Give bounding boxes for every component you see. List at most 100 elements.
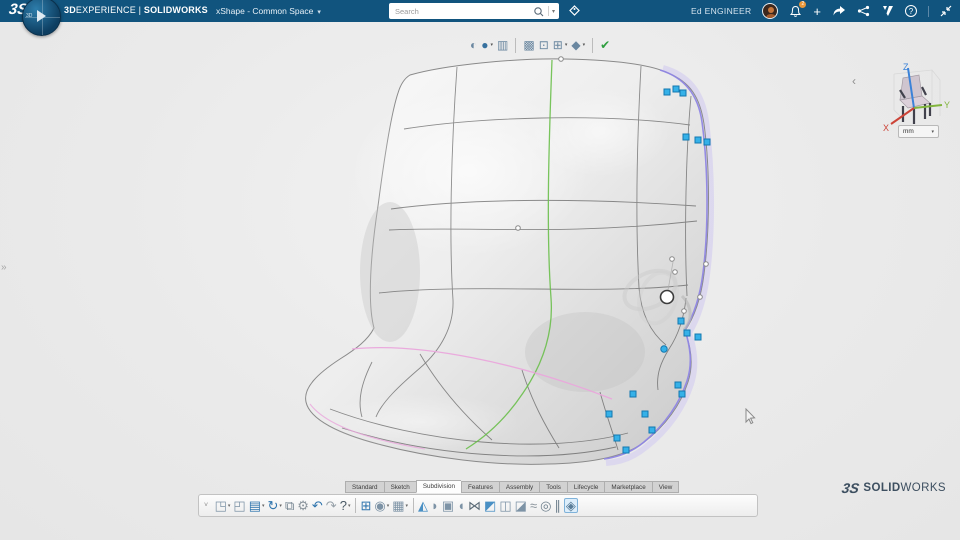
sync-icon[interactable]: ↻▾ xyxy=(268,499,282,512)
view-cube-icon[interactable]: ◆▾ xyxy=(571,39,585,51)
surface-press-icon[interactable]: ◖ xyxy=(457,499,465,512)
shade xyxy=(525,312,645,392)
import-export-icon[interactable]: ⧉ xyxy=(285,499,294,512)
notifications-bell-icon[interactable]: 2 xyxy=(789,5,802,18)
settings-gear-icon[interactable]: ⚙ xyxy=(297,499,309,512)
view-toolbar: ◐●▾▥▩⊡⊞▾◆▾✔ xyxy=(470,35,610,55)
tab-assembly[interactable]: Assembly xyxy=(499,481,539,493)
select-wire-icon[interactable]: ▩ xyxy=(523,39,534,51)
mesh-sphere-icon[interactable]: ◉▾ xyxy=(374,499,389,512)
surface-curve-icon[interactable]: ◗ xyxy=(431,499,439,512)
chevron-down-icon[interactable]: ▾ xyxy=(387,503,390,509)
select-cursor-icon[interactable]: ⊡ xyxy=(539,39,549,51)
top-right-cluster: Ed ENGINEER 2 + ? xyxy=(691,0,952,22)
bottom-toolbar: ˅ ◳▾◰▤▾↻▾⧉⚙↶↷?▾⊞◉▾▦▾◭◗▣◖⋈◩◫◪≈◎∥◈ xyxy=(198,494,758,517)
topbar-divider xyxy=(928,6,929,17)
tab-subdivision[interactable]: Subdivision xyxy=(416,480,461,493)
model-viewport[interactable]: ◐●▾▥▩⊡⊞▾◆▾✔ » ‹ Z Y X mm ▾ xyxy=(0,22,960,540)
chevron-down-icon[interactable]: ▾ xyxy=(228,503,231,509)
delete-face-icon[interactable]: ◪ xyxy=(515,499,527,512)
help-icon[interactable]: ? xyxy=(905,5,917,17)
surface-pin-icon[interactable]: ◭ xyxy=(418,499,428,512)
undo-icon: ↶ xyxy=(312,499,323,512)
brand-divider: | xyxy=(136,5,144,15)
units-value: mm xyxy=(903,128,914,135)
tab-standard[interactable]: Standard xyxy=(345,481,384,493)
tab-lifecycle[interactable]: Lifecycle xyxy=(567,481,605,493)
toolbar-separator xyxy=(592,38,593,53)
brand-title: 3DEXPERIENCE | SOLIDWORKS xyxy=(64,5,208,15)
shaded-sphere-icon[interactable]: ◐ xyxy=(470,39,477,51)
highlight xyxy=(320,394,520,450)
search-scope-chevron-icon[interactable]: ▾ xyxy=(551,8,559,15)
mesh-sphere-icon: ◉ xyxy=(374,499,385,512)
bend-icon[interactable]: ≈ xyxy=(530,499,537,512)
mouse-cursor xyxy=(744,408,758,426)
app-switcher[interactable]: xShape - Common Space▾ xyxy=(216,6,321,16)
toolbar-separator xyxy=(355,498,356,513)
trim-surface-icon[interactable]: ◩ xyxy=(484,499,496,512)
wire-sphere-icon[interactable]: ◎ xyxy=(540,499,551,512)
render-style-icon[interactable]: ●▾ xyxy=(481,39,493,51)
redo-icon: ↷ xyxy=(326,499,337,512)
share-network-icon[interactable] xyxy=(857,5,870,17)
tab-view[interactable]: View xyxy=(652,481,680,493)
collapse-window-icon[interactable] xyxy=(940,5,952,17)
select-plus-icon[interactable]: ⊞▾ xyxy=(553,39,568,51)
tab-tools[interactable]: Tools xyxy=(539,481,567,493)
search-input[interactable] xyxy=(389,7,532,16)
subdivision-body-icon[interactable]: ◈ xyxy=(564,498,578,513)
chevron-down-icon[interactable]: ▾ xyxy=(262,503,265,509)
select-plus-icon: ⊞ xyxy=(553,39,563,51)
help-icon[interactable]: ?▾ xyxy=(340,499,351,512)
exit-confirm-icon[interactable]: ✔ xyxy=(600,39,610,51)
grid-table-icon[interactable]: ⊞ xyxy=(360,499,371,512)
chevron-down-icon[interactable]: ▾ xyxy=(583,42,586,48)
move-manipulator-handle[interactable] xyxy=(661,291,674,304)
robot-frame-icon: ▥ xyxy=(497,39,508,51)
chevron-down-icon[interactable]: ▾ xyxy=(406,503,409,509)
save-icon[interactable]: ▤▾ xyxy=(249,499,265,512)
add-icon[interactable]: + xyxy=(813,5,821,18)
tag-icon[interactable] xyxy=(567,4,581,18)
offset-planes-icon: ∥ xyxy=(554,499,561,512)
bend-icon: ≈ xyxy=(530,499,537,512)
share-forward-icon[interactable] xyxy=(832,5,846,17)
avatar[interactable] xyxy=(762,3,778,19)
split-cube-icon[interactable]: ◫ xyxy=(499,499,511,512)
compass-3d-label: 3D xyxy=(26,13,32,19)
tab-features[interactable]: Features xyxy=(461,481,499,493)
wire-sphere-icon: ◎ xyxy=(540,499,551,512)
tab-marketplace[interactable]: Marketplace xyxy=(604,481,651,493)
loft-icon[interactable]: ⋈ xyxy=(468,499,481,512)
undo-icon[interactable]: ↶ xyxy=(312,499,323,512)
exit-confirm-icon: ✔ xyxy=(600,39,610,51)
split-cube-icon: ◫ xyxy=(499,499,511,512)
robot-frame-icon[interactable]: ▥ xyxy=(497,39,508,51)
3ds-apps-icon[interactable] xyxy=(881,5,894,17)
open-icon[interactable]: ◰ xyxy=(233,499,245,512)
surface-frame-icon[interactable]: ▣ xyxy=(442,499,454,512)
plane-grid-icon: ▦ xyxy=(392,499,404,512)
toolbar-separator xyxy=(515,38,516,53)
chevron-down-icon[interactable]: ▾ xyxy=(491,42,494,48)
chevron-down-icon[interactable]: ▾ xyxy=(279,503,282,509)
chevron-down-icon[interactable]: ▾ xyxy=(565,42,568,48)
toolbar-separator xyxy=(413,498,414,513)
right-panel-collapse-icon[interactable]: ‹ xyxy=(852,74,856,88)
tab-sketch[interactable]: Sketch xyxy=(384,481,416,493)
seat-model-graphics[interactable] xyxy=(0,22,960,540)
units-dropdown[interactable]: mm ▾ xyxy=(898,125,939,138)
new-doc-icon[interactable]: ◳▾ xyxy=(215,499,231,512)
sync-icon: ↻ xyxy=(268,499,279,512)
user-name[interactable]: Ed ENGINEER xyxy=(691,6,751,16)
logo-works: WORKS xyxy=(901,482,946,494)
left-panel-expander-icon[interactable]: » xyxy=(1,262,7,273)
chevron-down-icon[interactable]: ▾ xyxy=(348,503,351,509)
grid-table-icon: ⊞ xyxy=(360,499,371,512)
offset-planes-icon[interactable]: ∥ xyxy=(554,499,561,512)
plane-grid-icon[interactable]: ▦▾ xyxy=(392,499,408,512)
search-icon[interactable] xyxy=(532,5,546,17)
toolbar-collapse-chevron-icon[interactable]: ˅ xyxy=(204,502,208,509)
redo-icon[interactable]: ↷ xyxy=(326,499,337,512)
